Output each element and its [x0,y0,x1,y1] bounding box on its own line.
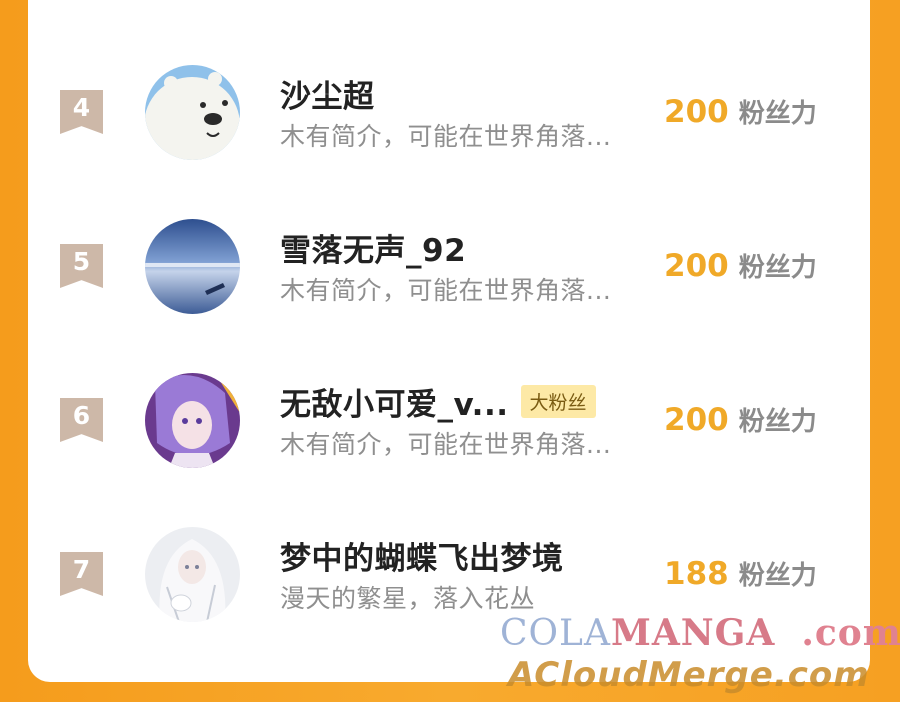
fan-power-score: 200 粉丝力 [664,247,817,284]
rank-flag: 6 [60,398,103,442]
watermark-part: MANGA [610,612,776,654]
score-unit: 粉丝力 [738,561,817,591]
score-value: 200 [664,402,729,438]
watermark-part: .com [801,612,900,654]
lake-landscape-avatar[interactable] [145,219,240,314]
user-name[interactable]: 无敌小可爱_v... [280,379,509,424]
rank-flag: 5 [60,244,103,288]
score-value: 188 [664,556,729,592]
ranking-row[interactable]: 5 雪落无声_92 木有简介，可能在世界角落... 200 粉丝力 [0,219,900,329]
watermark-colamanga: COLAMANGA .com [500,612,900,654]
big-fan-badge: 大粉丝 [520,384,596,418]
fan-power-score: 200 粉丝力 [664,401,817,438]
ranking-row[interactable]: 6 无敌小可爱_v... 大粉丝 木有简介，可能在世界角落... 200 粉丝力 [0,373,900,483]
rank-number: 7 [72,555,91,584]
rank-number: 4 [72,93,91,122]
user-name[interactable]: 沙尘超 [280,71,375,116]
rank-number: 6 [72,401,91,430]
score-unit: 粉丝力 [738,407,817,437]
fan-power-score: 188 粉丝力 [664,555,817,592]
watermark-acloudmerge: ACloudMerge.com [508,655,870,695]
watermark-part: COLA [500,613,611,654]
rank-flag: 7 [60,552,103,596]
user-bio: 漫天的繁星，落入花丛 [280,584,536,613]
anime-girl-purple-avatar[interactable] [145,373,240,468]
user-bio: 木有简介，可能在世界角落... [280,430,612,459]
user-bio: 木有简介，可能在世界角落... [280,122,612,151]
fan-power-score: 200 粉丝力 [664,93,817,130]
user-name[interactable]: 梦中的蝴蝶飞出梦境 [280,533,564,578]
rank-number: 5 [72,247,91,276]
white-hair-girl-avatar[interactable] [145,527,240,622]
score-value: 200 [664,248,729,284]
user-bio: 木有简介，可能在世界角落... [280,276,612,305]
ranking-row[interactable]: 4 沙尘超 木有简介，可能在世界角落... 200 粉丝力 [0,65,900,175]
user-name[interactable]: 雪落无声_92 [280,225,466,270]
polar-bear-avatar[interactable] [145,65,240,160]
score-unit: 粉丝力 [738,99,817,129]
score-unit: 粉丝力 [738,253,817,283]
rank-flag: 4 [60,90,103,134]
score-value: 200 [664,94,729,130]
